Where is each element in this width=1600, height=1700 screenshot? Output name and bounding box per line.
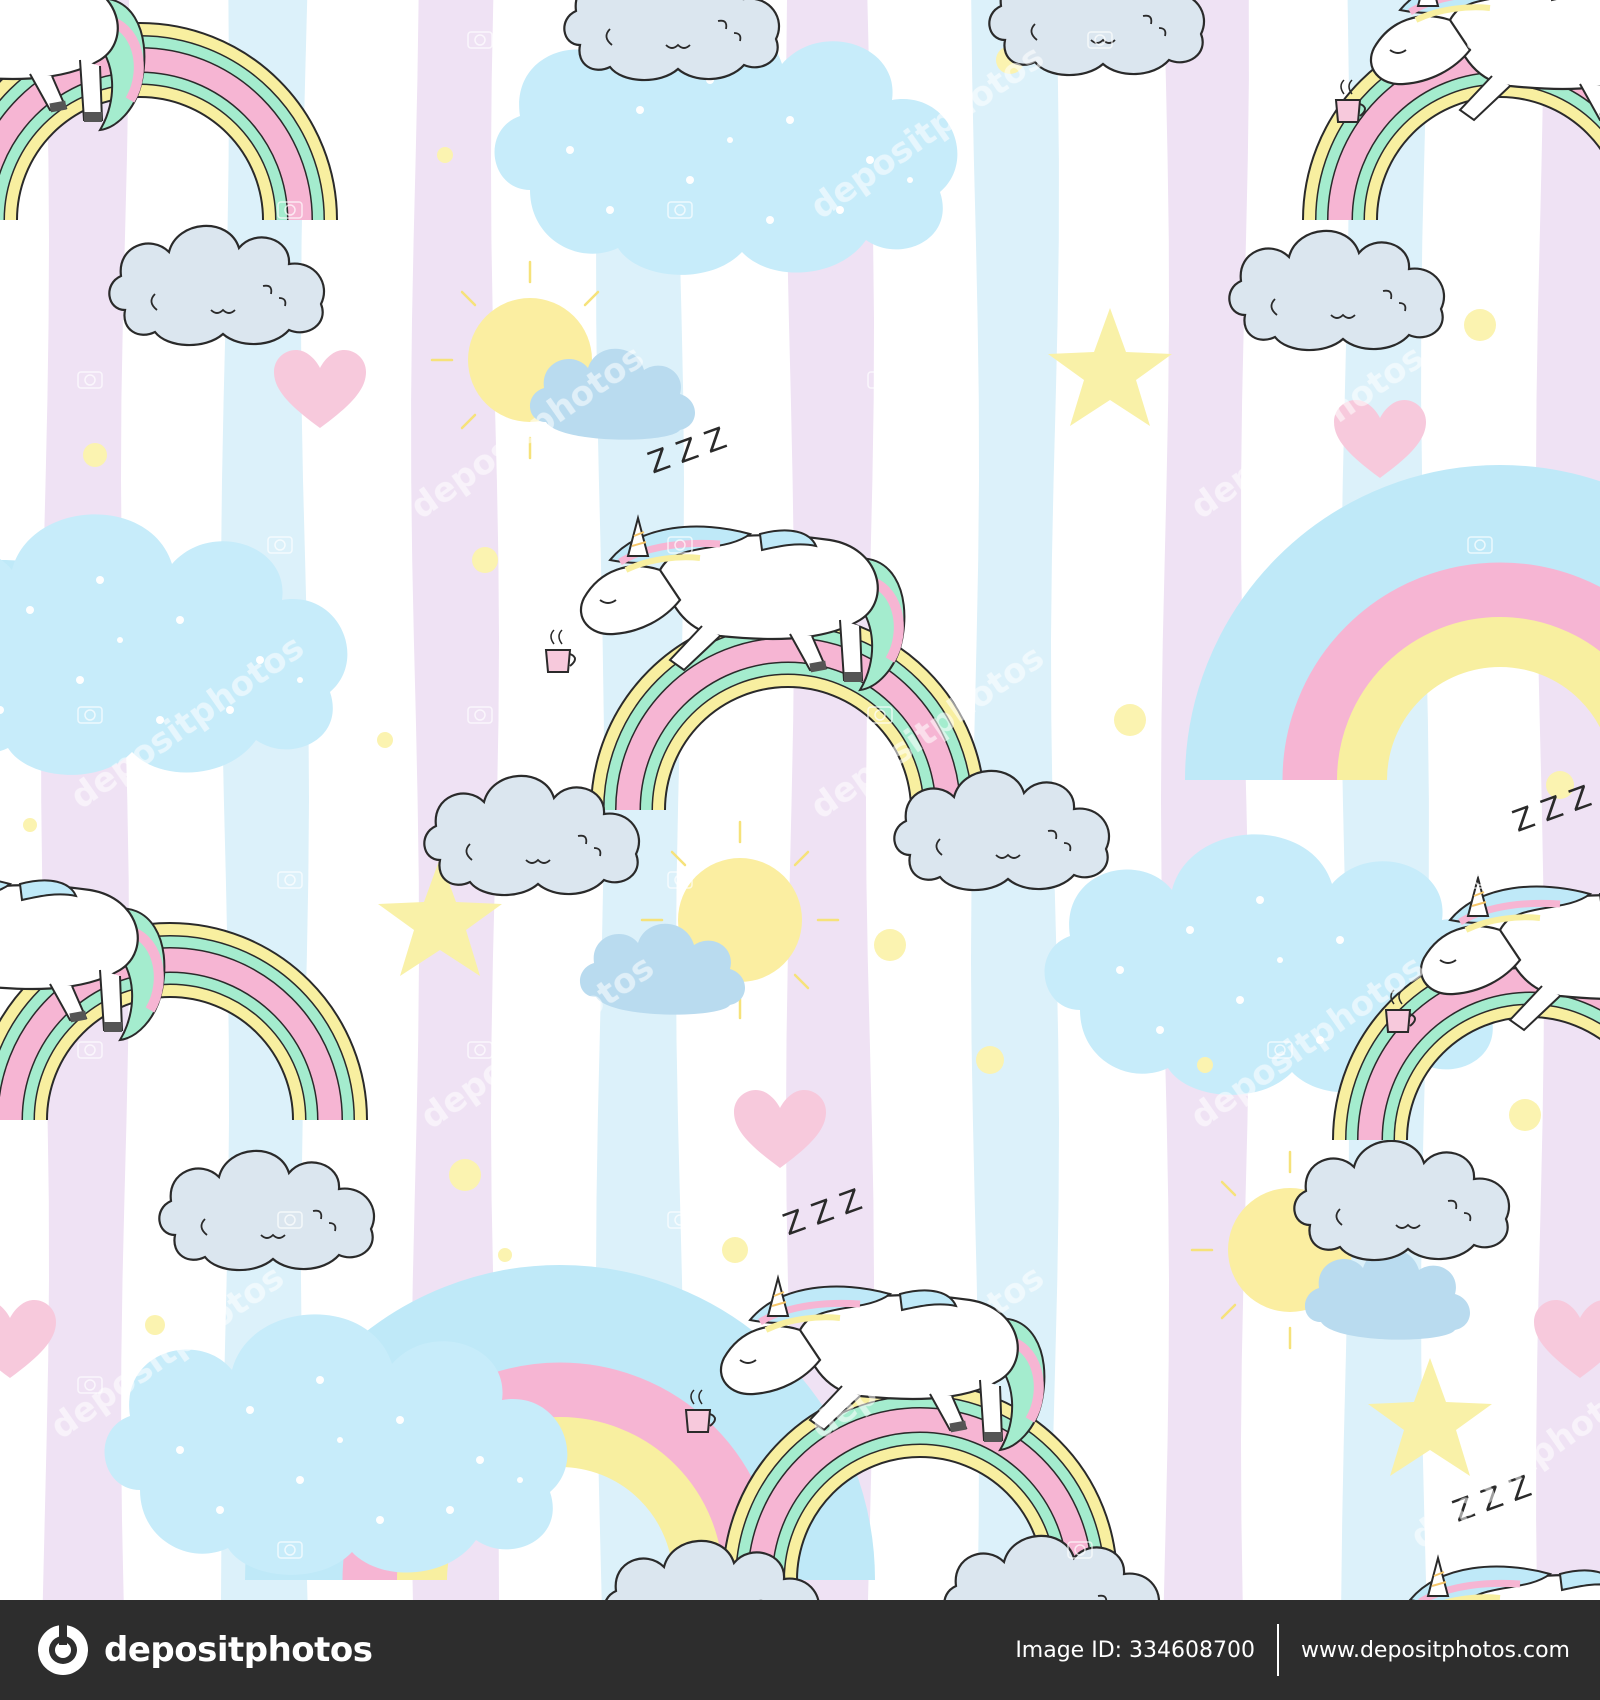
background-stripe [1161, 0, 1249, 1600]
background-stripe [1341, 0, 1429, 1600]
image-id: Image ID: 334608700 [1015, 1637, 1256, 1663]
stock-image-page: Z Z Z Z Z Z Z Z Z Z Z Z depositphotos de… [0, 0, 1600, 1700]
unicorn-pattern-artwork: Z Z Z Z Z Z Z Z Z Z Z Z depositphotos de… [0, 0, 1600, 1600]
depositphotos-logo-icon [38, 1625, 88, 1675]
footer-divider [1277, 1624, 1280, 1676]
brand[interactable]: depositphotos [36, 1623, 373, 1677]
site-url-link[interactable]: www.depositphotos.com [1301, 1638, 1570, 1663]
brand-name: depositphotos [104, 1630, 373, 1670]
footer-bar: depositphotos Image ID: 334608700 www.de… [0, 1600, 1600, 1700]
